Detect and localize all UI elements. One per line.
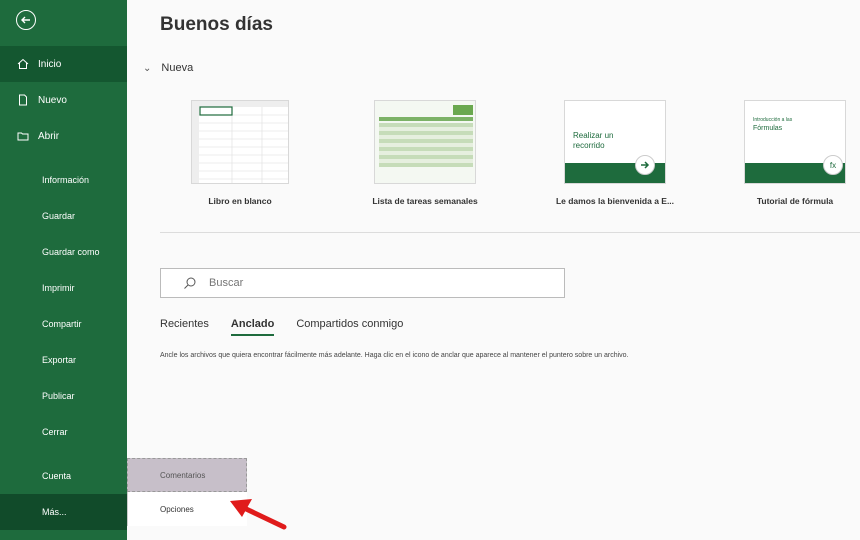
sidebar-item-informacion[interactable]: Información [0,162,127,198]
file-tabs: Recientes Anclado Compartidos conmigo [160,318,425,336]
arrow-left-icon [21,16,30,24]
template-label: Lista de tareas semanales [372,196,478,206]
template-thumbnail: Introducción a las Fórmulas fx [744,100,846,184]
sidebar-item-nuevo[interactable]: Nuevo [0,82,127,118]
annotation-arrow-icon [230,499,287,530]
folder-icon [16,129,30,143]
page-title: Buenos días [160,14,273,35]
sidebar-item-abrir[interactable]: Abrir [0,118,127,154]
sidebar-item-exportar[interactable]: Exportar [0,342,127,378]
sidebar-item-cuenta[interactable]: Cuenta [0,458,127,494]
sidebar-item-guardar-como[interactable]: Guardar como [0,234,127,270]
sidebar-item-cerrar[interactable]: Cerrar [0,414,127,450]
sidebar-item-label: Nuevo [38,94,67,106]
sidebar-item-label: Publicar [42,391,75,401]
tab-anclado[interactable]: Anclado [230,318,275,336]
thumbnail-small-text: Introducción a las [753,117,793,123]
chevron-down-icon: ⌄ [143,62,152,74]
sidebar-item-label: Cerrar [42,427,68,437]
sidebar-item-label: Abrir [38,130,60,142]
section-title: Nueva [161,62,194,74]
search-icon [183,276,197,290]
sidebar-item-compartir[interactable]: Compartir [0,306,127,342]
sidebar-item-label: Inicio [38,58,62,70]
template-label: Libro en blanco [208,196,272,206]
new-file-icon [16,93,30,107]
thumbnail-text: Fórmulas [753,125,783,132]
template-label: Le damos la bienvenida a E... [555,196,675,206]
sidebar-item-label: Imprimir [42,283,75,293]
new-section-header[interactable]: ⌄ Nueva [143,62,193,74]
sidebar-item-label: Cuenta [42,471,72,481]
sidebar-item-label: Más... [42,507,67,517]
sidebar-item-publicar[interactable]: Publicar [0,378,127,414]
tab-compartidos[interactable]: Compartidos conmigo [296,318,403,336]
divider [160,232,860,233]
search-input[interactable] [209,277,351,289]
arrow-right-icon [635,155,655,175]
search-box[interactable] [160,268,565,298]
sidebar-item-mas[interactable]: Más... [0,494,127,530]
tab-recientes[interactable]: Recientes [160,318,209,336]
sidebar-item-label: Compartir [42,319,82,329]
template-thumbnail: Realizar un recorrido [564,100,666,184]
pinned-empty-message: Ancle los archivos que quiera encontrar … [160,352,629,359]
sidebar-item-inicio[interactable]: Inicio [0,46,127,82]
template-blank-workbook[interactable]: Libro en blanco [190,100,290,206]
sidebar-item-label: Información [42,175,90,185]
sidebar-item-label: Exportar [42,355,77,365]
template-label: Tutorial de fórmula [756,196,834,206]
sidebar-item-guardar[interactable]: Guardar [0,198,127,234]
template-formula-tutorial[interactable]: Introducción a las Fórmulas fx Tutorial … [740,100,850,206]
template-thumbnail [374,100,476,184]
backstage-sidebar: Inicio Nuevo Abrir Información Guardar G… [0,0,127,540]
sidebar-item-label: Guardar como [42,247,100,257]
template-gallery: Libro en blanco Lista de tareas semanale… [160,100,860,220]
template-thumbnail [191,100,289,184]
function-icon: fx [823,155,843,175]
thumbnail-text: Realizar un recorrido [573,131,614,150]
sidebar-item-label: Guardar [42,211,76,221]
template-welcome-tour[interactable]: Realizar un recorrido Le damos la bienve… [540,100,690,206]
back-button[interactable] [16,10,36,30]
home-icon [16,57,30,71]
sidebar-item-imprimir[interactable]: Imprimir [0,270,127,306]
menu-item-comentarios[interactable]: Comentarios [127,458,247,492]
template-weekly-tasks[interactable]: Lista de tareas semanales [360,100,490,206]
